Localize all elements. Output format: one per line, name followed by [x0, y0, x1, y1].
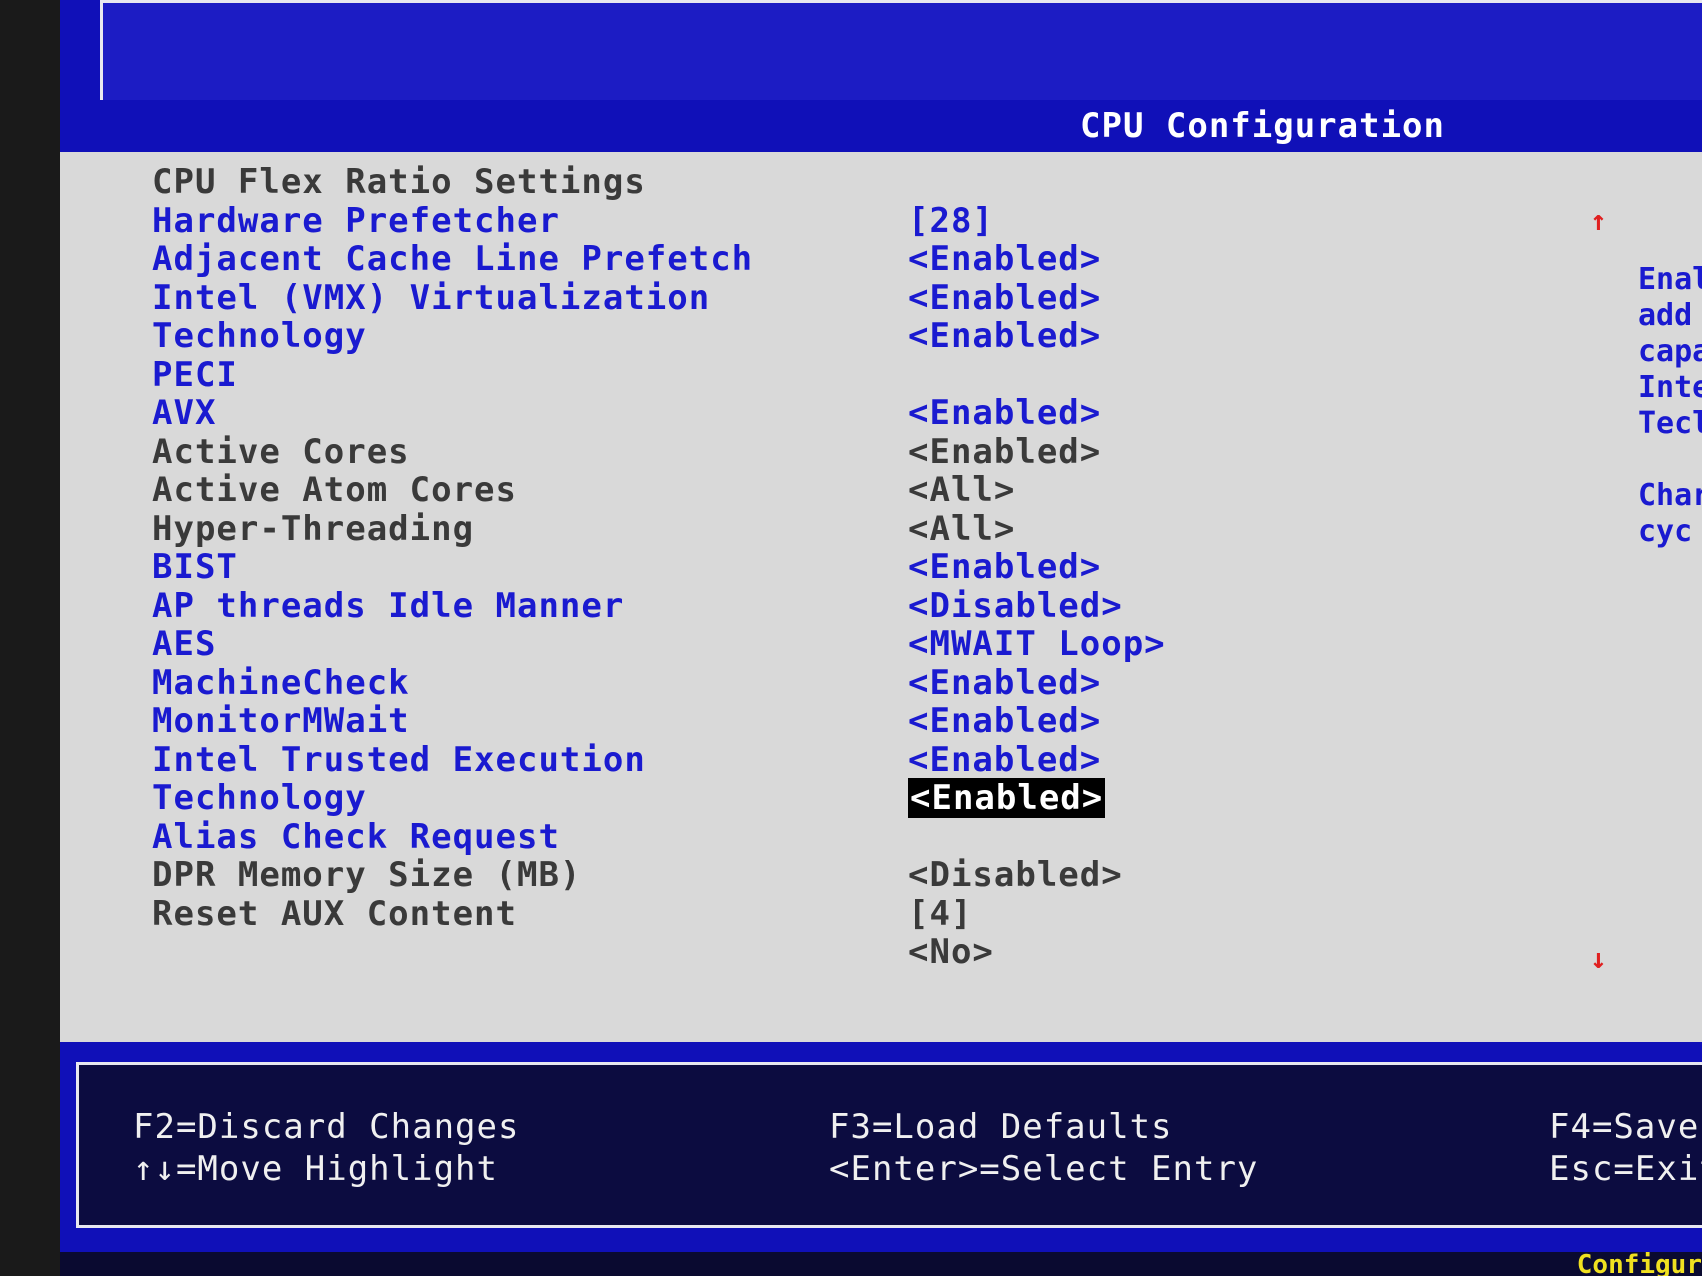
setting-label: Hyper-Threading	[152, 508, 475, 549]
setting-row[interactable]: MonitorMWait <Enabled>	[60, 701, 1702, 741]
save-key[interactable]: F4=Save	[1549, 1107, 1699, 1147]
setting-value[interactable]: <Enabled>	[908, 547, 1101, 587]
setting-label: Technology	[152, 316, 367, 356]
scroll-up-icon[interactable]: ↑	[1590, 204, 1607, 237]
setting-value[interactable]: [4]	[908, 894, 972, 934]
page-title: CPU Configuration	[100, 100, 1702, 152]
setting-row[interactable]: Intel (VMX) Virtualization <Enabled>	[60, 278, 1702, 318]
setting-value[interactable]: <Enabled>	[908, 316, 1101, 356]
setting-value[interactable]: <Enabled>	[908, 740, 1101, 780]
setting-row: DPR Memory Size (MB) <Disabled>	[60, 855, 1702, 895]
help-line: Inte	[1638, 370, 1702, 405]
setting-label: BIST	[152, 547, 238, 587]
title-band	[100, 0, 1702, 106]
setting-label: CPU Flex Ratio Settings	[152, 162, 646, 202]
setting-label: Technology	[152, 778, 367, 818]
bios-screen: CPU Configuration CPU Flex Ratio Setting…	[60, 0, 1702, 1276]
setting-label: Reset AUX Content	[152, 893, 517, 934]
corner-label: Configur	[1576, 1250, 1702, 1276]
setting-row[interactable]: BIST <Enabled>	[60, 547, 1702, 587]
setting-row[interactable]: AVX <Enabled>	[60, 393, 1702, 433]
scroll-down-icon[interactable]: ↓	[1590, 942, 1607, 975]
setting-row: Active Atom Cores <All>	[60, 470, 1702, 510]
setting-value[interactable]: <Enabled>	[908, 663, 1101, 703]
setting-row[interactable]: Technology <Enabled>	[60, 316, 1702, 356]
setting-value[interactable]: <Enabled>	[908, 701, 1101, 741]
setting-label: DPR Memory Size (MB)	[152, 855, 582, 895]
setting-label: Adjacent Cache Line Prefetch	[152, 239, 754, 279]
setting-label: AP threads Idle Manner	[152, 585, 625, 626]
setting-row: <No>	[60, 932, 1702, 972]
setting-label: Intel (VMX) Virtualization	[152, 277, 711, 318]
key-legend: F2=Discard Changes ↑↓=Move Highlight F3=…	[76, 1062, 1702, 1228]
load-defaults-key[interactable]: F3=Load Defaults	[829, 1107, 1173, 1147]
bottom-strip	[60, 1252, 1702, 1276]
setting-label: AVX	[152, 393, 217, 433]
setting-row[interactable]: Hardware Prefetcher [28]	[60, 201, 1702, 241]
setting-value[interactable]: <Enabled>	[908, 239, 1101, 279]
setting-row[interactable]: PECI	[60, 355, 1702, 395]
setting-row: Reset AUX Content [4]	[60, 894, 1702, 934]
help-line: Char	[1638, 478, 1702, 513]
discard-changes-key[interactable]: F2=Discard Changes	[133, 1107, 519, 1147]
setting-value[interactable]: [28]	[908, 201, 994, 241]
setting-label: MonitorMWait	[152, 701, 410, 741]
setting-label: PECI	[152, 354, 238, 395]
setting-label: Active Cores	[152, 431, 410, 472]
exit-key[interactable]: Esc=Exit	[1549, 1149, 1702, 1189]
setting-value[interactable]: <Disabled>	[908, 855, 1123, 895]
help-panel: Enal add capa Inte Tecl Char cyc	[1638, 262, 1702, 550]
footer-frame: F2=Discard Changes ↑↓=Move Highlight F3=…	[60, 1042, 1702, 1252]
help-line: Enal	[1638, 262, 1702, 297]
setting-value[interactable]: <Enabled>	[908, 278, 1101, 318]
select-entry-key[interactable]: <Enter>=Select Entry	[829, 1149, 1258, 1189]
setting-row[interactable]: Alias Check Request	[60, 817, 1702, 857]
setting-label: MachineCheck	[152, 662, 410, 703]
setting-label: Hardware Prefetcher	[152, 200, 560, 241]
setting-row[interactable]: AES <MWAIT Loop>	[60, 624, 1702, 664]
setting-row[interactable]: MachineCheck <Enabled>	[60, 663, 1702, 703]
setting-row: CPU Flex Ratio Settings	[60, 162, 1702, 202]
help-line: add	[1638, 298, 1693, 333]
help-line: cyc	[1638, 514, 1693, 549]
settings-panel: CPU Flex Ratio Settings Hardware Prefetch…	[60, 152, 1702, 1042]
setting-value[interactable]: <Enabled>	[908, 432, 1101, 472]
setting-row[interactable]: AP threads Idle Manner <Disabled>	[60, 586, 1702, 626]
help-line: Tecl	[1638, 406, 1702, 441]
setting-value-selected[interactable]: <Enabled>	[908, 778, 1106, 818]
help-line: capa	[1638, 334, 1702, 369]
move-highlight-key: ↑↓=Move Highlight	[133, 1149, 498, 1189]
setting-row[interactable]: Technology <Enabled>	[60, 778, 1702, 818]
setting-row[interactable]: Intel Trusted Execution <Enabled>	[60, 740, 1702, 780]
setting-value[interactable]: <Disabled>	[908, 586, 1123, 626]
setting-value[interactable]: <All>	[908, 509, 1015, 549]
setting-label: Alias Check Request	[152, 816, 560, 857]
setting-label: Intel Trusted Execution	[152, 739, 646, 780]
help-line	[1638, 442, 1702, 478]
setting-value[interactable]: <All>	[908, 470, 1015, 510]
setting-row: Hyper-Threading <All>	[60, 509, 1702, 549]
setting-value[interactable]: <MWAIT Loop>	[908, 624, 1166, 664]
setting-value[interactable]: <No>	[908, 932, 994, 972]
setting-label: Active Atom Cores	[152, 470, 517, 510]
setting-row[interactable]: Adjacent Cache Line Prefetch <Enabled>	[60, 239, 1702, 279]
setting-label: AES	[152, 624, 217, 664]
setting-value[interactable]: <Enabled>	[908, 393, 1101, 433]
setting-row: Active Cores <Enabled>	[60, 432, 1702, 472]
